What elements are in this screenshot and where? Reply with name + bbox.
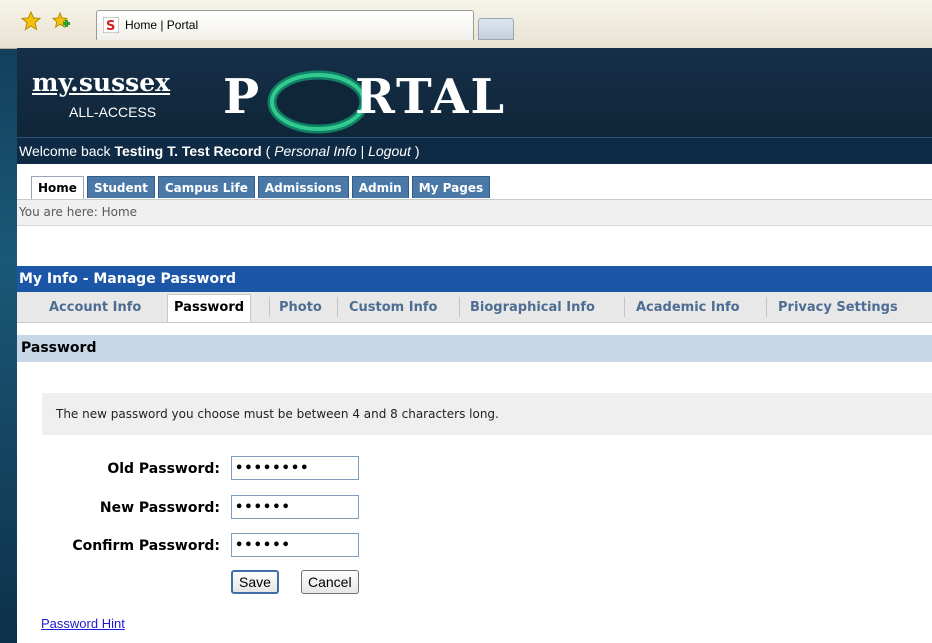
tab-student[interactable]: Student xyxy=(86,176,155,198)
password-hint-link[interactable]: Password Hint xyxy=(41,616,125,631)
paren-open: ( xyxy=(261,143,275,159)
browser-tab-title: Home | Portal xyxy=(125,18,199,32)
browser-tab-home[interactable]: S Home | Portal xyxy=(96,10,474,40)
personal-info-link[interactable]: Personal Info xyxy=(274,143,357,159)
breadcrumb: You are here: Home xyxy=(17,199,932,226)
subtab-divider xyxy=(269,297,270,317)
logo-all-access: ALL-ACCESS xyxy=(69,104,157,120)
welcome-text: Welcome back Testing T. Test Record ( Pe… xyxy=(19,138,420,164)
favorites-star-icon[interactable] xyxy=(20,10,42,32)
welcome-prefix: Welcome back xyxy=(19,143,115,159)
cancel-button[interactable]: Cancel xyxy=(301,570,359,594)
user-name: Testing T. Test Record xyxy=(114,143,262,159)
section-title: My Info - Manage Password xyxy=(19,271,237,287)
password-header-title: Password xyxy=(21,340,97,356)
subtab-divider xyxy=(766,297,767,317)
save-button[interactable]: Save xyxy=(231,570,279,594)
main-navigation-tabs: Home Student Campus Life Admissions Admi… xyxy=(31,176,491,200)
add-favorite-icon[interactable] xyxy=(50,10,72,32)
subtab-password[interactable]: Password xyxy=(167,294,252,322)
old-password-field[interactable] xyxy=(231,456,359,480)
subtab-divider xyxy=(624,297,625,317)
confirm-password-row: Confirm Password: xyxy=(17,533,932,559)
my-info-subtabs: Account Info Password Photo Custom Info … xyxy=(17,292,932,323)
welcome-bar: Welcome back Testing T. Test Record ( Pe… xyxy=(17,137,932,164)
password-requirements-note: The new password you choose must be betw… xyxy=(42,393,932,435)
subtab-photo[interactable]: Photo xyxy=(279,295,322,320)
tab-admissions[interactable]: Admissions xyxy=(257,176,349,198)
desktop-background xyxy=(0,0,17,643)
subtab-divider xyxy=(337,297,338,317)
section-title-bar: My Info - Manage Password xyxy=(17,266,932,292)
link-separator: | xyxy=(356,143,369,159)
subtab-divider xyxy=(459,297,460,317)
confirm-password-field[interactable] xyxy=(231,533,359,557)
new-tab-button[interactable] xyxy=(478,18,514,40)
site-favicon-icon: S xyxy=(102,16,120,34)
paren-close: ) xyxy=(410,143,420,159)
portal-page: my.sussex ALL-ACCESS P RTAL Welcome back… xyxy=(17,48,932,643)
subtab-account-info[interactable]: Account Info xyxy=(49,295,141,320)
tab-home[interactable]: Home xyxy=(31,176,84,200)
confirm-password-label: Confirm Password: xyxy=(72,538,220,554)
breadcrumb-text: You are here: Home xyxy=(19,205,138,219)
new-password-row: New Password: xyxy=(17,495,932,521)
old-password-label: Old Password: xyxy=(107,461,220,477)
logout-link[interactable]: Logout xyxy=(368,143,411,159)
tab-admin[interactable]: Admin xyxy=(351,176,409,198)
svg-text:S: S xyxy=(106,19,115,33)
subtab-biographical-info[interactable]: Biographical Info xyxy=(470,295,595,320)
password-section-header: Password xyxy=(17,335,932,362)
tab-campus-life[interactable]: Campus Life xyxy=(157,176,255,198)
logo-my-sussex[interactable]: my.sussex xyxy=(32,68,170,97)
logo-portal-p: P xyxy=(223,69,262,125)
logo-portal-rtal: RTAL xyxy=(355,69,507,125)
subtab-custom-info[interactable]: Custom Info xyxy=(349,295,437,320)
portal-banner: my.sussex ALL-ACCESS P RTAL xyxy=(17,48,932,137)
requirements-text: The new password you choose must be betw… xyxy=(56,407,499,421)
browser-toolbar: S Home | Portal xyxy=(0,0,932,49)
new-password-field[interactable] xyxy=(231,495,359,519)
tab-my-pages[interactable]: My Pages xyxy=(411,176,491,198)
subtab-academic-info[interactable]: Academic Info xyxy=(636,295,740,320)
subtab-privacy-settings[interactable]: Privacy Settings xyxy=(778,295,898,320)
new-password-label: New Password: xyxy=(99,500,220,516)
old-password-row: Old Password: xyxy=(17,456,932,482)
